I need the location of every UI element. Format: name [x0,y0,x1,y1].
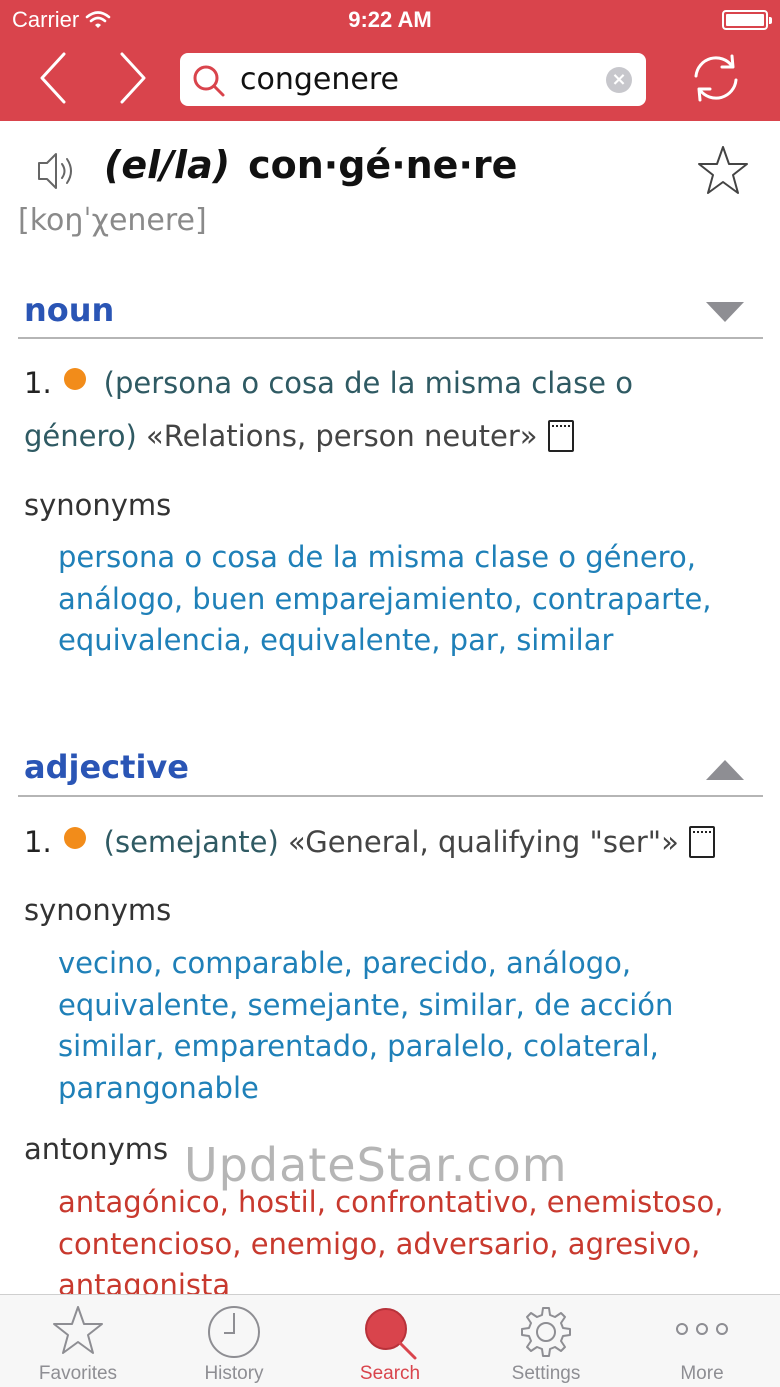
antonyms-list-adjective[interactable]: antagónico, hostil, confrontativo, enemi… [58,1182,758,1294]
tab-label: More [680,1363,724,1384]
tab-label: History [204,1363,264,1384]
bullet-dot [63,827,86,849]
tab-label: Search [359,1363,421,1384]
note-icon[interactable] [688,826,715,858]
search-query[interactable]: congenere [240,62,399,97]
synonyms-list-noun[interactable]: persona o cosa de la misma clase o géner… [58,537,758,662]
status-time: 9:22 AM [348,7,432,32]
gender-label: (el/la) [104,143,231,187]
divider [18,795,763,797]
star-icon [698,146,748,194]
tab-settings[interactable]: Settings [468,1295,624,1387]
synonyms-list-adjective[interactable]: vecino, comparable, parecido, análogo, e… [58,943,758,1109]
refresh-icon [694,54,738,102]
search-field[interactable]: congenere × [180,53,646,106]
tab-label: Settings [511,1363,581,1384]
gear-icon [521,1307,571,1357]
app-header: Carrier 9:22 AM congenere × [0,0,780,121]
synonyms-label-adjective: synonyms [24,893,172,927]
clock-icon [208,1306,260,1358]
more-icon [676,1323,728,1335]
pronunciation: [koŋˈχenere] [18,203,207,238]
sense-number: 1. [24,825,52,859]
definition: (semejante) [103,825,279,859]
tab-label: Favorites [38,1363,118,1384]
star-icon [53,1306,103,1354]
definition-line-2: género) [24,419,137,453]
chevron-left-icon [40,52,66,104]
back-button[interactable] [28,52,78,104]
entry-headword: (el/la) con·gé·ne·re [104,143,517,187]
divider [18,337,763,339]
entry-content[interactable]: (el/la) con·gé·ne·re [koŋˈχenere] noun 1.… [0,121,780,1294]
usage-example: «Relations, person neuter» [146,419,538,453]
collapse-arrow-icon[interactable] [706,302,744,322]
tab-favorites[interactable]: Favorites [0,1295,156,1387]
search-icon [365,1308,417,1360]
usage-example: «General, qualifying "ser"» [287,825,679,859]
sense-adjective-1: 1. (semejante) «General, qualifying "ser"… [24,816,764,869]
tab-more[interactable]: More [624,1295,780,1387]
tab-search[interactable]: Search [312,1295,468,1387]
synonyms-label-noun: synonyms [24,488,172,522]
expand-arrow-icon[interactable] [706,760,744,780]
favorite-button[interactable] [697,145,749,199]
speaker-icon [38,153,72,189]
pos-heading-adjective[interactable]: adjective [24,748,189,786]
tab-bar: Favorites History Search Settings More [0,1294,780,1387]
audio-button[interactable] [36,149,78,197]
pos-heading-noun[interactable]: noun [24,291,114,329]
note-icon[interactable] [547,420,574,452]
watermark: UpdateStar.com [184,1138,568,1192]
headword-text: con·gé·ne·re [248,143,518,187]
clear-search-button[interactable]: × [606,67,632,93]
battery-icon [722,10,772,30]
refresh-button[interactable] [688,52,744,104]
tab-history[interactable]: History [156,1295,312,1387]
bullet-dot [63,368,86,390]
status-bar: Carrier 9:22 AM [0,0,780,40]
forward-button[interactable] [108,52,158,104]
search-icon [193,65,225,97]
chevron-right-icon [120,52,146,104]
sense-noun-1: 1. (persona o cosa de la misma clase o gé… [24,357,764,463]
antonyms-label-adjective: antonyms [24,1132,169,1166]
sense-number: 1. [24,366,52,400]
definition-line-1: (persona o cosa de la misma clase o [103,366,633,400]
